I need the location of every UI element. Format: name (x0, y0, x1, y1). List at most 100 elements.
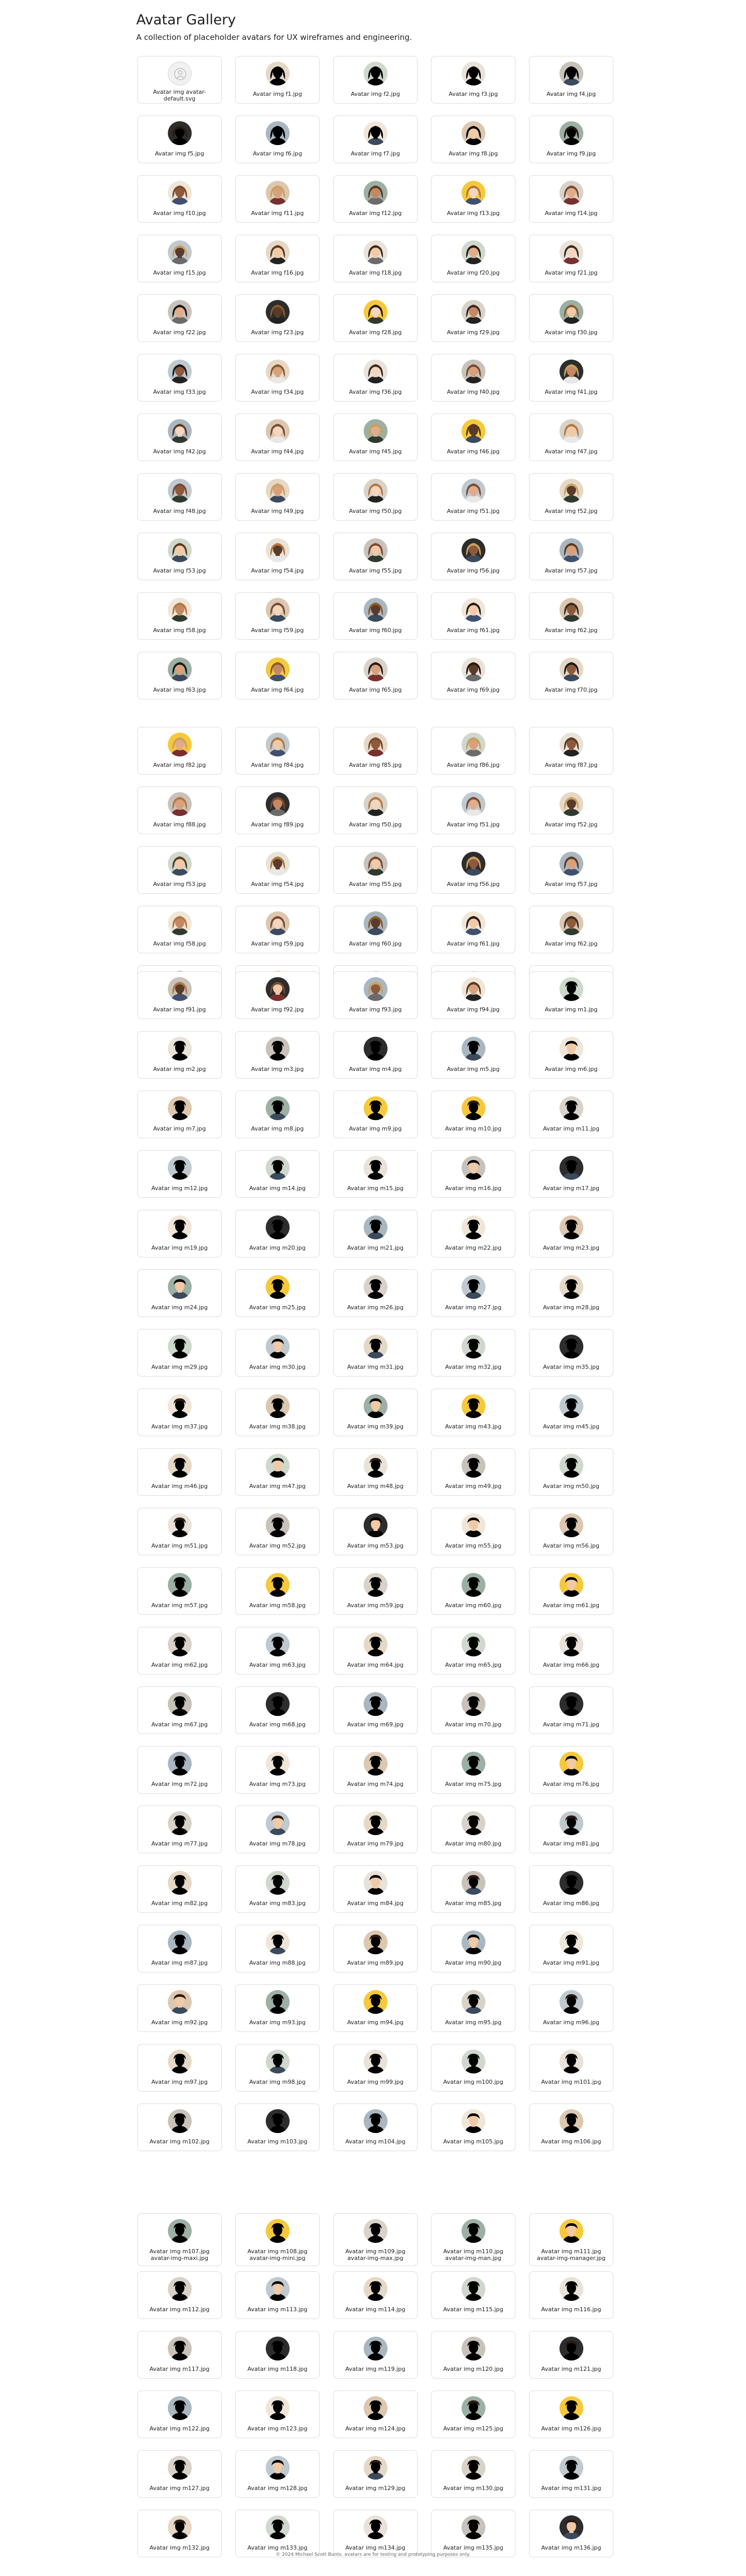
avatar-card[interactable]: Avatar img m61.jpg (529, 1567, 613, 1615)
avatar-card[interactable]: Avatar img m26.jpg (333, 1269, 418, 1317)
avatar-card[interactable]: Avatar img m10.jpg (431, 1091, 515, 1138)
avatar-card[interactable]: Avatar img f14.jpg (529, 175, 613, 223)
avatar-card[interactable]: Avatar img f34.jpg (235, 354, 320, 402)
avatar-card[interactable]: Avatar img f60.jpg (333, 906, 418, 953)
avatar-card[interactable]: Avatar img f4.jpg (529, 56, 613, 104)
avatar-card[interactable]: Avatar img f21.jpg (529, 235, 613, 282)
avatar-card[interactable]: Avatar img m126.jpg (529, 2391, 613, 2438)
avatar-card[interactable]: Avatar img f59.jpg (235, 906, 320, 953)
avatar-card[interactable]: Avatar img m122.jpg (137, 2391, 222, 2438)
avatar-card[interactable]: Avatar img m93.jpg (235, 1984, 320, 2032)
avatar-card[interactable]: Avatar img f5.jpg (137, 116, 222, 163)
avatar-card[interactable]: Avatar img m68.jpg (235, 1686, 320, 1734)
avatar-card[interactable]: Avatar img m57.jpg (137, 1567, 222, 1615)
avatar-card[interactable]: Avatar img f56.jpg (431, 533, 515, 580)
avatar-card[interactable]: Avatar img m90.jpg (431, 1925, 515, 1972)
avatar-card[interactable]: Avatar img f44.jpg (235, 413, 320, 461)
avatar-card[interactable]: Avatar img f54.jpg (235, 533, 320, 580)
avatar-card[interactable]: Avatar img m22.jpg (431, 1210, 515, 1257)
avatar-card[interactable]: Avatar img f58.jpg (137, 592, 222, 640)
avatar-card[interactable]: Avatar img m81.jpg (529, 1806, 613, 1853)
avatar-card[interactable]: Avatar img m64.jpg (333, 1627, 418, 1675)
avatar-card[interactable]: Avatar img m132.jpg (137, 2510, 222, 2557)
avatar-card[interactable]: Avatar img m82.jpg (137, 1865, 222, 1913)
avatar-card[interactable]: Avatar img f9.jpg (529, 116, 613, 163)
avatar-card[interactable]: Avatar img m37.jpg (137, 1389, 222, 1436)
avatar-card[interactable]: Avatar img m121.jpg (529, 2331, 613, 2379)
avatar-card[interactable]: Avatar img m116.jpg (529, 2271, 613, 2319)
avatar-card[interactable]: Avatar img f88.jpg (137, 786, 222, 834)
avatar-card[interactable]: Avatar img m73.jpg (235, 1746, 320, 1794)
avatar-card[interactable]: Avatar img m125.jpg (431, 2391, 515, 2438)
avatar-card[interactable]: Avatar img f59.jpg (235, 592, 320, 640)
avatar-card[interactable]: Avatar img m12.jpg (137, 1150, 222, 1198)
avatar-card[interactable]: Avatar img m46.jpg (137, 1448, 222, 1496)
avatar-card[interactable]: Avatar img m130.jpg (431, 2450, 515, 2498)
avatar-card[interactable]: Avatar img m60.jpg (431, 1567, 515, 1615)
avatar-card[interactable]: Avatar img f36.jpg (333, 354, 418, 402)
avatar-card[interactable]: Avatar img f82.jpg (137, 727, 222, 775)
avatar-card[interactable]: Avatar img m49.jpg (431, 1448, 515, 1496)
avatar-card[interactable]: Avatar img f70.jpg (529, 652, 613, 699)
avatar-card[interactable]: Avatar img m112.jpg (137, 2271, 222, 2319)
avatar-card[interactable]: Avatar img m6.jpg (529, 1031, 613, 1079)
avatar-card[interactable]: Avatar img f49.jpg (235, 473, 320, 521)
avatar-card[interactable]: Avatar img m51.jpg (137, 1508, 222, 1555)
avatar-card[interactable]: Avatar img m66.jpg (529, 1627, 613, 1675)
avatar-card[interactable]: Avatar img f8.jpg (431, 116, 515, 163)
avatar-card[interactable]: Avatar img f91.jpg (137, 971, 222, 1019)
avatar-card[interactable]: Avatar img m50.jpg (529, 1448, 613, 1496)
avatar-card[interactable]: Avatar img f11.jpg (235, 175, 320, 223)
avatar-card[interactable]: Avatar img m95.jpg (431, 1984, 515, 2032)
avatar-card[interactable]: Avatar img f51.jpg (431, 473, 515, 521)
avatar-card[interactable]: Avatar img m127.jpg (137, 2450, 222, 2498)
avatar-card[interactable]: Avatar img m108.jpg avatar-img-mini.jpg (235, 2213, 320, 2266)
avatar-card[interactable]: Avatar img m63.jpg (235, 1627, 320, 1675)
avatar-card[interactable]: Avatar img f94.jpg (431, 971, 515, 1019)
avatar-card[interactable]: Avatar img m109.jpg avatar-img-max.jpg (333, 2213, 418, 2266)
avatar-card[interactable]: Avatar img m113.jpg (235, 2271, 320, 2319)
avatar-card[interactable]: Avatar img f12.jpg (333, 175, 418, 223)
avatar-card[interactable]: Avatar img f42.jpg (137, 413, 222, 461)
avatar-card[interactable]: Avatar img m124.jpg (333, 2391, 418, 2438)
avatar-card[interactable]: Avatar img m9.jpg (333, 1091, 418, 1138)
avatar-card[interactable]: Avatar img m98.jpg (235, 2044, 320, 2092)
avatar-card[interactable]: Avatar img f10.jpg (137, 175, 222, 223)
avatar-card[interactable]: Avatar img m65.jpg (431, 1627, 515, 1675)
avatar-card[interactable]: Avatar img f64.jpg (235, 652, 320, 699)
avatar-card[interactable]: Avatar img f61.jpg (431, 906, 515, 953)
avatar-card[interactable]: Avatar img m59.jpg (333, 1567, 418, 1615)
avatar-card[interactable]: Avatar img f1.jpg (235, 56, 320, 104)
avatar-card[interactable]: Avatar img m11.jpg (529, 1091, 613, 1138)
avatar-card[interactable]: Avatar img f60.jpg (333, 592, 418, 640)
avatar-card[interactable]: Avatar img m23.jpg (529, 1210, 613, 1257)
avatar-card[interactable]: Avatar img f62.jpg (529, 592, 613, 640)
avatar-card[interactable]: Avatar img m120.jpg (431, 2331, 515, 2379)
avatar-card[interactable]: Avatar img m72.jpg (137, 1746, 222, 1794)
avatar-card[interactable]: Avatar img m104.jpg (333, 2103, 418, 2151)
avatar-card[interactable]: Avatar img m30.jpg (235, 1329, 320, 1377)
avatar-card[interactable]: Avatar img f61.jpg (431, 592, 515, 640)
avatar-card[interactable]: Avatar img f16.jpg (235, 235, 320, 282)
avatar-card[interactable]: Avatar img m103.jpg (235, 2103, 320, 2151)
avatar-card[interactable]: Avatar img m99.jpg (333, 2044, 418, 2092)
avatar-card[interactable]: Avatar img m118.jpg (235, 2331, 320, 2379)
avatar-card[interactable]: Avatar img m106.jpg (529, 2103, 613, 2151)
avatar-card[interactable]: Avatar img m110.jpg avatar-img-man.jpg (431, 2213, 515, 2266)
avatar-card[interactable]: Avatar img f46.jpg (431, 413, 515, 461)
avatar-card[interactable]: Avatar img f53.jpg (137, 846, 222, 894)
avatar-card[interactable]: Avatar img f15.jpg (137, 235, 222, 282)
avatar-card[interactable]: Avatar img m111.jpg avatar-img-manager.j… (529, 2213, 613, 2266)
avatar-card[interactable]: Avatar img m56.jpg (529, 1508, 613, 1555)
avatar-card[interactable]: Avatar img f50.jpg (333, 473, 418, 521)
avatar-card[interactable]: Avatar img m53.jpg (333, 1508, 418, 1555)
avatar-card[interactable]: Avatar img m39.jpg (333, 1389, 418, 1436)
avatar-card[interactable]: Avatar img f29.jpg (431, 294, 515, 342)
avatar-card[interactable]: Avatar img m83.jpg (235, 1865, 320, 1913)
avatar-card[interactable]: Avatar img m15.jpg (333, 1150, 418, 1198)
avatar-card[interactable]: Avatar img m119.jpg (333, 2331, 418, 2379)
avatar-card[interactable]: Avatar img m115.jpg (431, 2271, 515, 2319)
avatar-card[interactable]: Avatar img f85.jpg (333, 727, 418, 775)
avatar-card[interactable]: Avatar img f23.jpg (235, 294, 320, 342)
avatar-card[interactable]: Avatar img f89.jpg (235, 786, 320, 834)
